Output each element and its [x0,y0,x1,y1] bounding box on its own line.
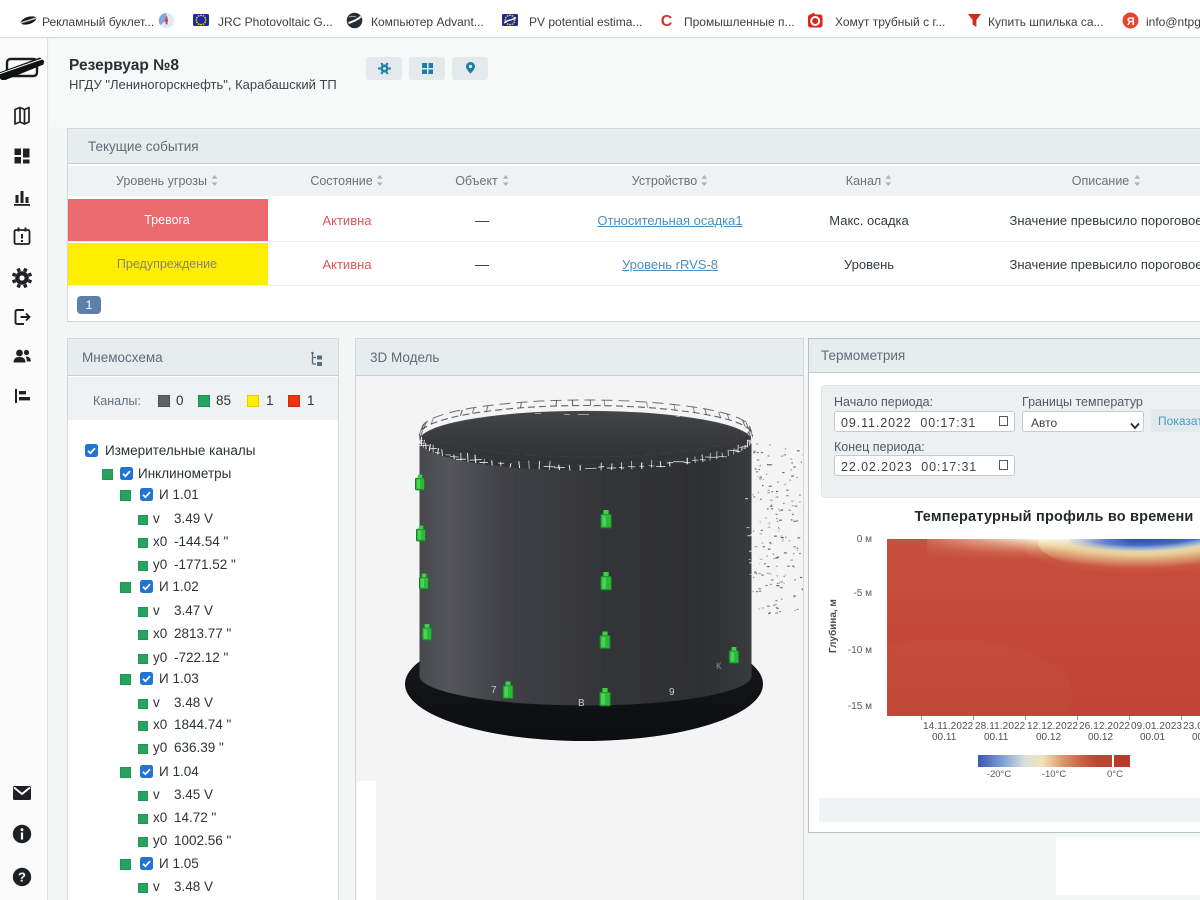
svg-text:К: К [716,661,722,671]
svg-text:В: В [578,698,585,709]
svg-text:Я: Я [1127,16,1135,28]
svg-text:9: 9 [669,687,675,698]
svg-text:?: ? [18,870,26,885]
svg-text:7: 7 [491,685,497,696]
svg-text:C: C [661,13,673,29]
